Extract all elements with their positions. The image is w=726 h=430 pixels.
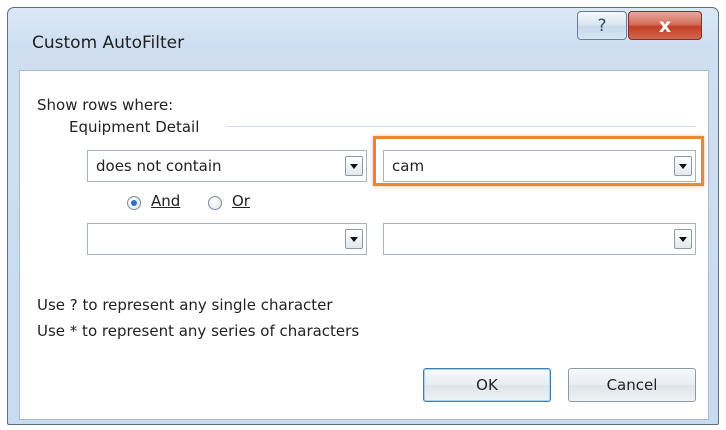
chevron-down-icon[interactable] xyxy=(674,156,692,176)
custom-autofilter-dialog: Custom AutoFilter ? x Show rows where: E… xyxy=(7,7,719,425)
condition1-value-text: cam xyxy=(392,157,425,175)
title-bar: Custom AutoFilter ? x xyxy=(8,8,718,70)
chevron-down-icon[interactable] xyxy=(345,156,363,176)
cancel-button[interactable]: Cancel xyxy=(568,368,696,402)
close-icon: x xyxy=(658,14,672,37)
and-label[interactable]: And xyxy=(151,192,180,210)
chevron-down-icon[interactable] xyxy=(674,229,692,249)
show-rows-label: Show rows where: xyxy=(37,96,174,114)
dialog-title: Custom AutoFilter xyxy=(32,33,185,53)
dialog-body: Show rows where: Equipment Detail does n… xyxy=(19,70,709,420)
condition1-value-combo[interactable]: cam xyxy=(383,150,696,182)
group-divider xyxy=(226,126,696,127)
hint-single-character: Use ? to represent any single character xyxy=(37,296,333,314)
ok-button[interactable]: OK xyxy=(423,368,551,402)
condition2-value-combo[interactable] xyxy=(383,223,696,255)
help-button[interactable]: ? xyxy=(577,11,627,40)
hint-series-characters: Use * to represent any series of charact… xyxy=(37,322,360,340)
field-name-label: Equipment Detail xyxy=(69,118,200,136)
and-radio[interactable] xyxy=(127,196,141,210)
condition1-operator-select[interactable]: does not contain xyxy=(87,150,367,182)
help-icon: ? xyxy=(597,15,607,36)
chevron-down-icon[interactable] xyxy=(345,229,363,249)
condition2-operator-select[interactable] xyxy=(87,223,367,255)
condition1-operator-value: does not contain xyxy=(96,157,222,175)
close-button[interactable]: x xyxy=(628,11,702,40)
or-label[interactable]: Or xyxy=(232,192,250,210)
or-radio[interactable] xyxy=(208,196,222,210)
